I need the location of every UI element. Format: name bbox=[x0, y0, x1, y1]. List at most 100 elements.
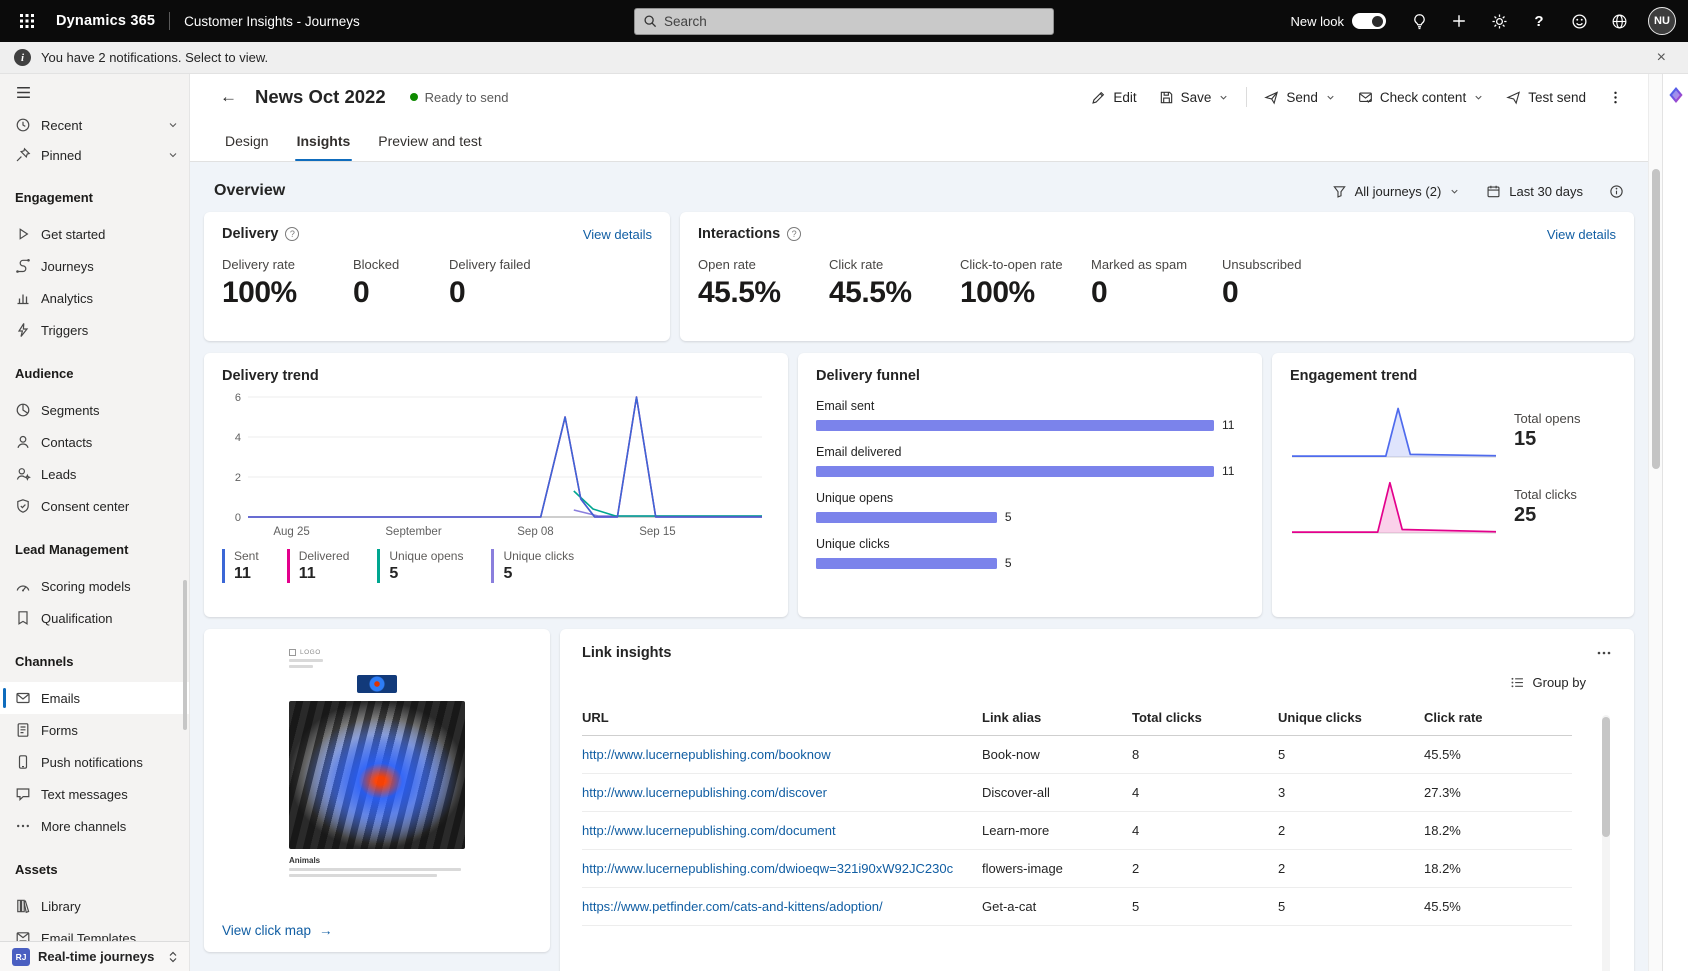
total-clicks-sparkline bbox=[1290, 477, 1498, 537]
notification-bar[interactable]: i You have 2 notifications. Select to vi… bbox=[0, 42, 1688, 74]
feedback-button[interactable] bbox=[1562, 4, 1596, 38]
overview-title: Overview bbox=[214, 182, 285, 200]
overview-info-button[interactable] bbox=[1609, 184, 1624, 199]
url-link[interactable]: http://www.lucernepublishing.com/booknow bbox=[582, 747, 982, 762]
settings-button[interactable] bbox=[1482, 4, 1516, 38]
app-area-title[interactable]: Customer Insights - Journeys bbox=[184, 14, 360, 29]
svg-text:Aug 25: Aug 25 bbox=[273, 526, 309, 538]
url-link[interactable]: http://www.lucernepublishing.com/documen… bbox=[582, 823, 982, 838]
tab-preview-and-test[interactable]: Preview and test bbox=[369, 120, 491, 161]
funnel-bar bbox=[816, 466, 1214, 477]
help-icon[interactable]: ? bbox=[787, 227, 801, 241]
delivery-funnel-card: Delivery funnel Email sent 11 Email deli… bbox=[798, 353, 1262, 617]
new-look-label: New look bbox=[1291, 14, 1344, 29]
search-input[interactable] bbox=[664, 14, 1045, 29]
sidebar-item-library[interactable]: Library bbox=[0, 890, 189, 922]
sidebar-item-pinned[interactable]: Pinned bbox=[0, 140, 189, 170]
help-button[interactable]: ? bbox=[1522, 4, 1556, 38]
lightbulb-button[interactable] bbox=[1402, 4, 1436, 38]
sidebar-item-consent-center[interactable]: Consent center bbox=[0, 490, 189, 522]
sidebar-item-qualification[interactable]: Qualification bbox=[0, 602, 189, 634]
click-map-heatmap-image bbox=[289, 701, 465, 849]
kpi-unsubscribed: Unsubscribed 0 bbox=[1222, 257, 1353, 310]
svg-text:September: September bbox=[385, 526, 441, 538]
sidebar-item-segments[interactable]: Segments bbox=[0, 394, 189, 426]
edit-button[interactable]: Edit bbox=[1082, 84, 1145, 111]
user-avatar[interactable]: NU bbox=[1648, 7, 1676, 35]
copilot-icon[interactable] bbox=[1667, 86, 1685, 104]
tab-insights[interactable]: Insights bbox=[288, 120, 360, 161]
area-switcher[interactable]: RJ Real-time journeys bbox=[0, 941, 189, 971]
sidebar-item-more-channels[interactable]: More channels bbox=[0, 810, 189, 842]
url-link[interactable]: https://www.petfinder.com/cats-and-kitte… bbox=[582, 899, 982, 914]
send-icon bbox=[1264, 90, 1279, 105]
sidebar-item-analytics[interactable]: Analytics bbox=[0, 282, 189, 314]
sidebar-item-scoring-models[interactable]: Scoring models bbox=[0, 570, 189, 602]
global-search[interactable] bbox=[634, 8, 1054, 35]
section-title-channels: Channels bbox=[0, 634, 189, 682]
sidebar-item-triggers[interactable]: Triggers bbox=[0, 314, 189, 346]
sidebar-item-leads[interactable]: Leads bbox=[0, 458, 189, 490]
chevron-down-icon bbox=[167, 119, 179, 131]
test-send-plane-icon bbox=[1506, 90, 1521, 105]
sidebar-item-recent[interactable]: Recent bbox=[0, 110, 189, 140]
library-books-icon bbox=[15, 898, 31, 914]
clock-icon bbox=[15, 117, 31, 133]
help-icon[interactable]: ? bbox=[285, 227, 299, 241]
url-link[interactable]: http://www.lucernepublishing.com/dwioeqw… bbox=[582, 861, 982, 876]
table-scrollbar-thumb[interactable] bbox=[1602, 717, 1610, 837]
sidebar-item-emails[interactable]: Emails bbox=[0, 682, 189, 714]
url-link[interactable]: http://www.lucernepublishing.com/discove… bbox=[582, 785, 982, 800]
sidebar-item-journeys[interactable]: Journeys bbox=[0, 250, 189, 282]
change-area-icon bbox=[167, 950, 179, 964]
back-button[interactable]: ← bbox=[212, 83, 245, 111]
collapse-sidebar-button[interactable] bbox=[0, 74, 189, 110]
sidebar-item-forms[interactable]: Forms bbox=[0, 714, 189, 746]
save-button[interactable]: Save bbox=[1150, 84, 1239, 111]
test-send-button[interactable]: Test send bbox=[1497, 84, 1595, 111]
mail-check-icon bbox=[1358, 90, 1373, 105]
status-badge: Ready to send bbox=[410, 90, 509, 105]
filter-funnel-icon bbox=[1332, 184, 1347, 199]
svg-text:Sep 15: Sep 15 bbox=[639, 526, 675, 538]
add-button[interactable] bbox=[1442, 4, 1476, 38]
new-look-toggle[interactable] bbox=[1352, 13, 1386, 29]
delivery-card-title: Delivery bbox=[222, 226, 278, 242]
shield-check-icon bbox=[15, 498, 31, 514]
kpi-click-to-open-rate: Click-to-open rate 100% bbox=[960, 257, 1091, 310]
table-scrollbar[interactable] bbox=[1602, 715, 1610, 971]
section-title-assets: Assets bbox=[0, 842, 189, 890]
interactions-view-details-link[interactable]: View details bbox=[1547, 227, 1616, 242]
sidebar-item-text-messages[interactable]: Text messages bbox=[0, 778, 189, 810]
engagement-trend-card: Engagement trend Total opens 15 Total bbox=[1272, 353, 1634, 617]
funnel-row-unique-opens: Unique opens 5 bbox=[816, 491, 1244, 524]
main-scrollbar[interactable] bbox=[1648, 74, 1662, 971]
view-click-map-link[interactable]: View click map → bbox=[222, 923, 333, 938]
brand-title[interactable]: Dynamics 365 bbox=[56, 13, 155, 29]
link-insights-table: URL Link alias Total clicks Unique click… bbox=[582, 702, 1612, 926]
close-icon[interactable]: × bbox=[1649, 49, 1674, 67]
delivery-view-details-link[interactable]: View details bbox=[583, 227, 652, 242]
funnel-bar bbox=[816, 420, 1214, 431]
sidebar-scroll-area: Recent Pinned Engagement bbox=[0, 110, 189, 941]
kpi-delivery-rate: Delivery rate 100% bbox=[222, 257, 353, 310]
send-button[interactable]: Send bbox=[1255, 84, 1345, 111]
journey-filter-dropdown[interactable]: All journeys (2) bbox=[1332, 184, 1461, 199]
interactions-card-title: Interactions bbox=[698, 226, 780, 242]
date-range-dropdown[interactable]: Last 30 days bbox=[1486, 184, 1583, 199]
tab-design[interactable]: Design bbox=[216, 120, 278, 161]
main-scrollbar-thumb[interactable] bbox=[1652, 169, 1660, 469]
check-content-button[interactable]: Check content bbox=[1349, 84, 1493, 111]
more-commands-button[interactable] bbox=[1599, 84, 1632, 111]
more-horizontal-icon[interactable] bbox=[1596, 645, 1612, 661]
svg-text:6: 6 bbox=[235, 392, 241, 404]
compliance-button[interactable] bbox=[1602, 4, 1636, 38]
sidebar-item-email-templates[interactable]: Email Templates bbox=[0, 922, 189, 941]
group-by-button[interactable]: Group by bbox=[1510, 675, 1586, 690]
kpi-marked-as-spam: Marked as spam 0 bbox=[1091, 257, 1222, 310]
sidebar-scrollbar-thumb[interactable] bbox=[183, 580, 187, 730]
sidebar-item-get-started[interactable]: Get started bbox=[0, 218, 189, 250]
app-launcher-button[interactable] bbox=[12, 6, 42, 36]
sidebar-item-push-notifications[interactable]: Push notifications bbox=[0, 746, 189, 778]
sidebar-item-contacts[interactable]: Contacts bbox=[0, 426, 189, 458]
